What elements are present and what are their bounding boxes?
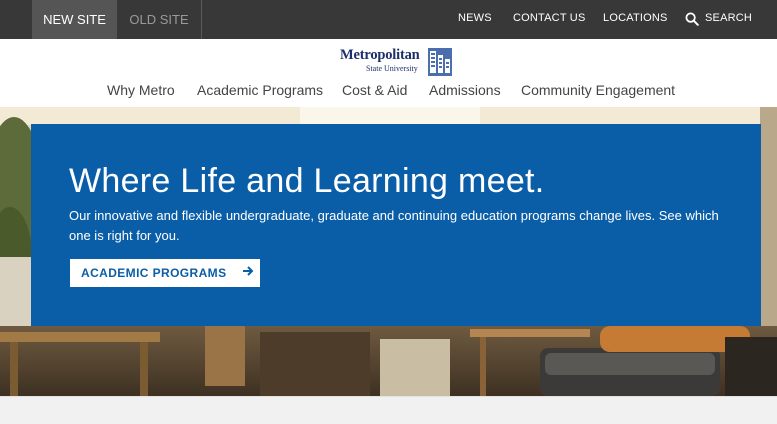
nav-cost-aid[interactable]: Cost & Aid xyxy=(342,82,407,98)
content-strip xyxy=(0,396,777,424)
hero-description: Our innovative and flexible undergraduat… xyxy=(69,208,719,243)
logo-name: Metropolitan xyxy=(340,47,420,63)
nav-admissions[interactable]: Admissions xyxy=(429,82,501,98)
new-site-tab[interactable]: NEW SITE xyxy=(32,0,117,46)
contact-us-link[interactable]: CONTACT US xyxy=(513,0,586,37)
university-logo[interactable]: Metropolitan State University xyxy=(340,47,455,77)
locations-link[interactable]: LOCATIONS xyxy=(603,0,668,37)
hero-card: Where Life and Learning meet. Our innova… xyxy=(31,124,761,326)
search-label: SEARCH xyxy=(705,12,753,24)
hero-section: Where Life and Learning meet. Our innova… xyxy=(0,107,777,396)
old-site-tab[interactable]: OLD SITE xyxy=(117,0,202,39)
news-link[interactable]: NEWS xyxy=(458,0,492,37)
academic-programs-button[interactable]: ACADEMIC PROGRAMS xyxy=(70,259,260,287)
nav-why-metro[interactable]: Why Metro xyxy=(107,82,175,98)
building-icon xyxy=(428,48,452,81)
hero-title: Where Life and Learning meet. xyxy=(69,162,545,200)
arrow-right-icon xyxy=(242,264,254,282)
nav-academic-programs[interactable]: Academic Programs xyxy=(197,82,323,98)
logo-subtitle: State University xyxy=(366,64,418,73)
search-icon xyxy=(685,12,699,26)
nav-community-engagement[interactable]: Community Engagement xyxy=(521,82,675,98)
utility-bar: NEW SITE OLD SITE NEWS CONTACT US LOCATI… xyxy=(0,0,777,46)
search-button[interactable]: SEARCH xyxy=(685,0,752,37)
site-header: Metropolitan State University Why Metro xyxy=(0,39,777,107)
academic-programs-button-label: ACADEMIC PROGRAMS xyxy=(81,266,227,280)
